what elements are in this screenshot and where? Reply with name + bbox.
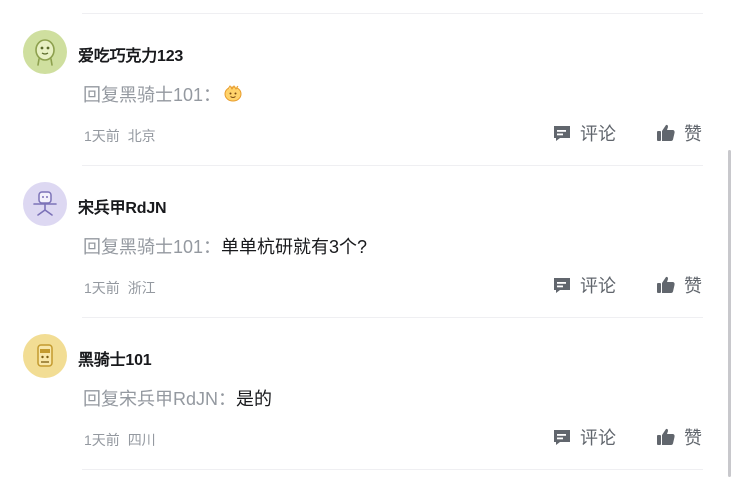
like-button-label: 赞 — [684, 124, 702, 144]
avatar[interactable] — [23, 30, 67, 74]
avatar[interactable] — [23, 182, 67, 226]
comment-button-label: 评论 — [580, 276, 616, 296]
thumbs-up-icon — [657, 124, 675, 141]
reply-text: 是的 — [236, 389, 273, 409]
comment-button-label: 评论 — [580, 428, 616, 448]
green-creature-avatar-icon — [35, 39, 55, 66]
comment-button-label: 评论 — [580, 124, 616, 144]
comment-location: 北京 — [127, 128, 156, 144]
comment-time: 1天前 — [84, 432, 120, 448]
thumbs-up-icon — [657, 428, 675, 445]
comment-button[interactable]: 评论 — [552, 122, 616, 144]
like-button[interactable]: 赞 — [656, 274, 702, 296]
yellow-block-avatar-icon — [37, 344, 53, 367]
robot-chair-avatar-icon — [33, 191, 57, 216]
username[interactable]: 黑骑士101 — [78, 346, 152, 370]
comment-time: 1天前 — [84, 128, 120, 144]
comment-item: 宋兵甲RdJN 回复黑骑士101：单单杭研就有3个? 1天前 浙江 评论 赞 — [0, 182, 731, 332]
reply-prefix[interactable]: 回复黑骑士101： — [83, 237, 221, 257]
username[interactable]: 宋兵甲RdJN — [78, 194, 167, 218]
comment-icon — [554, 430, 570, 445]
comment-divider — [82, 13, 703, 14]
reply-prefix[interactable]: 回复黑骑士101： — [83, 85, 221, 105]
comment-location: 四川 — [127, 432, 156, 448]
thumbs-up-icon — [657, 276, 675, 293]
comment-button[interactable]: 评论 — [552, 426, 616, 448]
comment-button[interactable]: 评论 — [552, 274, 616, 296]
comment-content: 回复黑骑士101： — [83, 81, 243, 108]
comment-divider — [82, 469, 703, 470]
comment-divider — [82, 165, 703, 166]
comment-icon — [554, 278, 570, 293]
comment-icon — [554, 126, 570, 141]
username[interactable]: 爱吃巧克力123 — [78, 42, 183, 66]
like-button[interactable]: 赞 — [656, 122, 702, 144]
comment-meta: 1天前 浙江 — [84, 278, 156, 298]
like-button-label: 赞 — [684, 428, 702, 448]
comment-meta: 1天前 四川 — [84, 430, 156, 450]
comment-meta: 1天前 北京 — [84, 126, 156, 146]
comment-item: 黑骑士101 回复宋兵甲RdJN：是的 1天前 四川 评论 赞 — [0, 334, 731, 484]
comment-content: 回复黑骑士101：单单杭研就有3个? — [83, 233, 367, 259]
emoji-icon — [223, 83, 243, 108]
avatar[interactable] — [23, 334, 67, 378]
comment-divider — [82, 317, 703, 318]
comment-location: 浙江 — [127, 280, 156, 296]
reply-prefix[interactable]: 回复宋兵甲RdJN： — [83, 389, 236, 409]
reply-text: 单单杭研就有3个? — [221, 237, 368, 257]
comment-content: 回复宋兵甲RdJN：是的 — [83, 385, 272, 411]
comment-time: 1天前 — [84, 280, 120, 296]
comment-item: 爱吃巧克力123 回复黑骑士101： 1天前 北京 评论 赞 — [0, 30, 731, 180]
like-button[interactable]: 赞 — [656, 426, 702, 448]
like-button-label: 赞 — [684, 276, 702, 296]
